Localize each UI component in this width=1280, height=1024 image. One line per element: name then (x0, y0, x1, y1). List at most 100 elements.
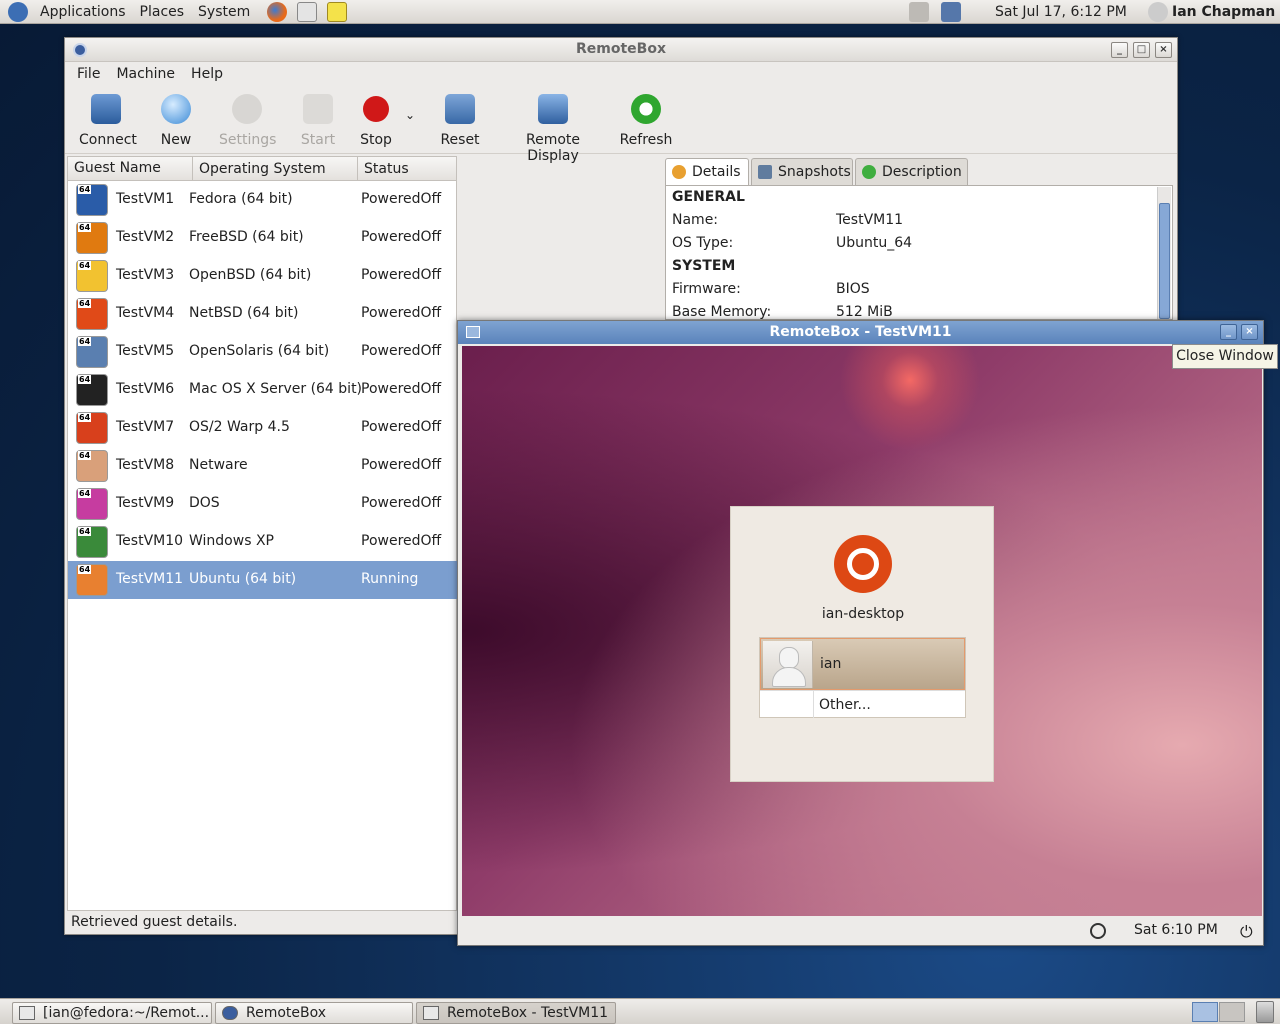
taskbar-terminal[interactable]: [ian@fedora:~/Remot... (12, 1002, 212, 1024)
guest-clock[interactable]: Sat 6:10 PM (1134, 922, 1218, 938)
tab-description[interactable]: Description (855, 158, 968, 186)
menu-places[interactable]: Places (133, 0, 192, 24)
menu-system[interactable]: System (191, 0, 257, 24)
start-button[interactable]: Start (299, 94, 337, 148)
scrollbar-thumb[interactable] (1159, 203, 1170, 319)
guest-list[interactable]: Guest Name Operating System Status 64 Tes… (67, 156, 458, 911)
user-row-ian[interactable]: ian (760, 638, 965, 690)
user-list: ian Other... (759, 637, 966, 718)
remote-display-window: RemoteBox - TestVM11 _ × ian-desktop ian… (457, 320, 1264, 946)
minimize-button[interactable]: _ (1111, 42, 1128, 58)
stop-button[interactable]: Stop (359, 94, 393, 148)
guest-row[interactable]: 64 TestVM1 Fedora (64 bit) PoweredOff (68, 181, 458, 219)
workspace-2[interactable] (1219, 1002, 1245, 1022)
guest-row[interactable]: 64 TestVM4 NetBSD (64 bit) PoweredOff (68, 295, 458, 333)
window-menu-icon[interactable] (73, 43, 87, 57)
os-icon: 64 (76, 184, 108, 216)
column-operating-system[interactable]: Operating System (192, 157, 326, 181)
main-window-title: RemoteBox (576, 41, 666, 57)
system-header: SYSTEM (672, 258, 736, 274)
window-menu-icon[interactable] (466, 326, 480, 338)
new-button[interactable]: New (157, 94, 195, 148)
refresh-icon (631, 94, 661, 124)
guest-name: TestVM7 (116, 419, 175, 435)
status-bar: Retrieved guest details. (71, 914, 238, 930)
user-icon[interactable] (1148, 2, 1168, 22)
menu-file[interactable]: File (69, 66, 108, 82)
avatar-icon (763, 641, 813, 688)
other-label: Other... (819, 697, 871, 713)
guest-status: PoweredOff (361, 305, 442, 321)
guest-row[interactable]: 64 TestVM9 DOS PoweredOff (68, 485, 458, 523)
memory-label: Base Memory: (672, 304, 772, 320)
power-icon[interactable]: ⏻ (1240, 922, 1253, 942)
close-button[interactable]: × (1155, 42, 1172, 58)
remote-display-button[interactable]: Remote Display (501, 94, 605, 164)
terminal-icon (19, 1006, 35, 1020)
maximize-button[interactable]: □ (1133, 42, 1150, 58)
guest-row[interactable]: 64 TestVM3 OpenBSD (64 bit) PoweredOff (68, 257, 458, 295)
guest-name: TestVM6 (116, 381, 175, 397)
guest-row[interactable]: 64 TestVM8 Netware PoweredOff (68, 447, 458, 485)
stop-dropdown-chevron-down-icon[interactable]: ⌄ (403, 108, 417, 122)
menubar: File Machine Help (65, 62, 1177, 86)
guest-status: PoweredOff (361, 381, 442, 397)
mail-clock-icon[interactable] (297, 1, 318, 22)
guest-os: Windows XP (189, 533, 274, 549)
camera-icon (758, 165, 772, 179)
tab-details[interactable]: Details (665, 158, 749, 187)
firefox-icon[interactable] (267, 1, 288, 22)
reset-button[interactable]: Reset (439, 94, 481, 148)
settings-button[interactable]: Settings (219, 94, 276, 148)
accessibility-icon[interactable] (1090, 923, 1106, 939)
remote-titlebar[interactable]: RemoteBox - TestVM11 _ × (458, 321, 1263, 344)
column-guest-name[interactable]: Guest Name (74, 160, 161, 176)
general-header: GENERAL (672, 189, 745, 205)
taskbar-remotebox-testvm11[interactable]: RemoteBox - TestVM11 (416, 1002, 616, 1024)
main-titlebar[interactable]: RemoteBox _ □ × (65, 38, 1177, 62)
user-row-other[interactable]: Other... (760, 690, 965, 718)
guest-os: Fedora (64 bit) (189, 191, 293, 207)
tab-snapshots[interactable]: Snapshots (751, 158, 853, 186)
firmware-label: Firmware: (672, 281, 741, 297)
notes-icon[interactable] (327, 1, 348, 22)
taskbar-remotebox[interactable]: RemoteBox (215, 1002, 413, 1024)
panel-username[interactable]: Ian Chapman (1172, 0, 1275, 24)
panel-clock[interactable]: Sat Jul 17, 6:12 PM (995, 0, 1127, 24)
guest-screen[interactable]: ian-desktop ian Other... (462, 346, 1262, 916)
fedora-logo-icon[interactable] (8, 1, 28, 22)
menu-applications[interactable]: Applications (33, 0, 133, 24)
name-value: TestVM11 (836, 212, 904, 228)
os-icon: 64 (76, 526, 108, 558)
guest-os: Mac OS X Server (64 bit) (189, 381, 363, 397)
workspace-1[interactable] (1192, 1002, 1218, 1022)
column-status[interactable]: Status (357, 157, 409, 181)
login-dialog: ian-desktop ian Other... (730, 506, 994, 782)
remote-minimize-button[interactable]: _ (1220, 324, 1237, 340)
guest-name: TestVM11 (116, 571, 184, 587)
guest-row[interactable]: 64 TestVM11 Ubuntu (64 bit) Running (68, 561, 458, 599)
network-icon[interactable] (941, 2, 961, 22)
guest-row[interactable]: 64 TestVM6 Mac OS X Server (64 bit) Powered… (68, 371, 458, 409)
memory-value: 512 MiB (836, 304, 893, 320)
remote-close-button[interactable]: × (1241, 324, 1258, 340)
volume-icon[interactable] (909, 2, 929, 22)
menu-help[interactable]: Help (183, 66, 231, 82)
connect-button[interactable]: Connect (79, 94, 137, 148)
guest-row[interactable]: 64 TestVM5 OpenSolaris (64 bit) PoweredOff (68, 333, 458, 371)
guest-name: TestVM3 (116, 267, 175, 283)
guest-status: PoweredOff (361, 229, 442, 245)
details-scrollbar[interactable] (1157, 187, 1171, 319)
guest-os: NetBSD (64 bit) (189, 305, 299, 321)
guest-row[interactable]: 64 TestVM10 Windows XP PoweredOff (68, 523, 458, 561)
guest-status: PoweredOff (361, 267, 442, 283)
details-pane: GENERAL Name: TestVM11 OS Type: Ubuntu_6… (665, 185, 1173, 320)
guest-row[interactable]: 64 TestVM7 OS/2 Warp 4.5 PoweredOff (68, 409, 458, 447)
guest-row[interactable]: 64 TestVM2 FreeBSD (64 bit) PoweredOff (68, 219, 458, 257)
menu-machine[interactable]: Machine (108, 66, 183, 82)
refresh-button[interactable]: Refresh (619, 94, 673, 148)
guest-os: Ubuntu (64 bit) (189, 571, 297, 587)
os-icon: 64 (76, 488, 108, 520)
os-icon: 64 (76, 336, 108, 368)
trash-icon[interactable] (1256, 1001, 1274, 1023)
